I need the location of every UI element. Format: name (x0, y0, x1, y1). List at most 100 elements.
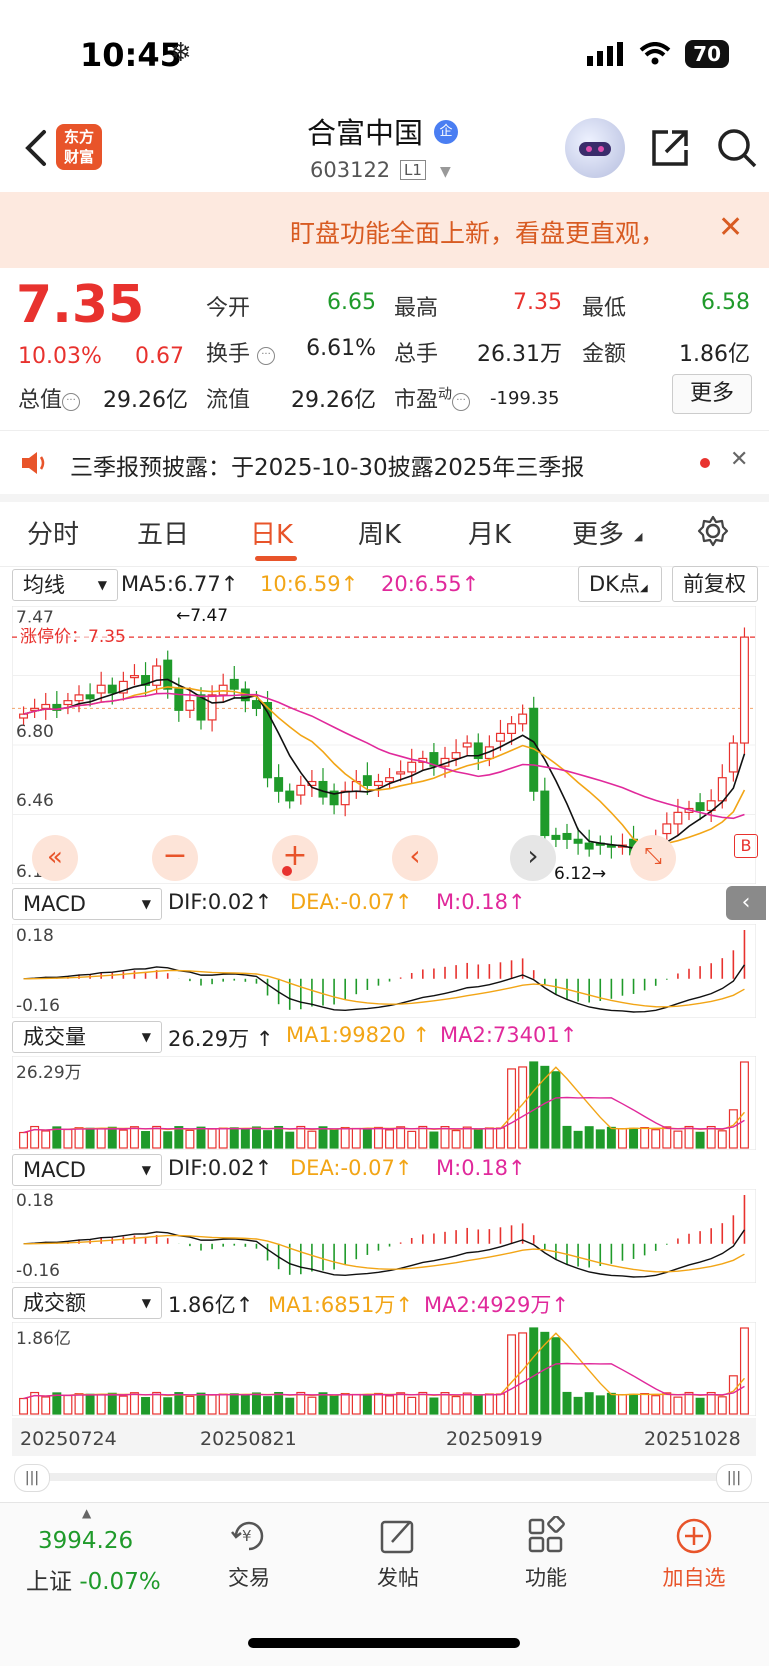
volume-bar (118, 1129, 128, 1149)
macd-chart[interactable] (12, 1189, 756, 1283)
close-icon[interactable]: ✕ (730, 447, 748, 472)
tab-more[interactable]: 更多 (572, 514, 624, 551)
macd-axis-bottom: -0.16 (16, 996, 60, 1016)
volume-chart[interactable] (12, 1056, 756, 1150)
volume-label: 总手 (394, 342, 439, 367)
volume-bar (229, 1127, 239, 1149)
function-label[interactable]: 功能 (501, 1562, 591, 1592)
range-handle-left[interactable]: ||| (14, 1464, 50, 1492)
tab-intraday[interactable]: 分时 (27, 514, 79, 551)
share-icon[interactable] (648, 126, 692, 170)
amount-chart[interactable] (12, 1322, 756, 1416)
volume-bar (340, 1392, 350, 1415)
more-button[interactable]: 更多 (672, 374, 752, 414)
volume-bar (41, 1396, 51, 1415)
adjust-price-button[interactable]: 前复权 (672, 566, 758, 602)
dif-text: DIF:0.02 (168, 1156, 255, 1180)
fullscreen-icon[interactable]: ⤡ (630, 835, 676, 881)
close-icon[interactable]: ✕ (718, 210, 743, 245)
more-dots-icon[interactable]: ··· (62, 393, 81, 411)
robot-assistant-icon[interactable] (565, 118, 625, 178)
zoom-in-icon[interactable]: + (272, 835, 318, 881)
m-text: M:0.18 (436, 1156, 508, 1180)
more-dots-icon[interactable]: ··· (257, 347, 276, 365)
dif-legend: DIF:0.02↑ (168, 1156, 272, 1180)
trade-icon[interactable]: ¥ (228, 1516, 270, 1556)
post-label[interactable]: 发帖 (353, 1562, 443, 1592)
amount-text: 1.86亿 (168, 1293, 236, 1317)
dea-text: DEA:-0.07 (290, 890, 395, 914)
tab-monthly-k[interactable]: 月K (468, 514, 511, 551)
volume-bar (307, 1396, 317, 1415)
amount-select[interactable]: 成交额 ▼ (12, 1287, 162, 1319)
vol-ma2-legend: MA2:73401↑ (440, 1023, 577, 1047)
index-name: 上证 (26, 1569, 72, 1595)
volume-bar (573, 1130, 583, 1149)
low-label: 最低 (582, 296, 627, 321)
tab-weekly-k[interactable]: 周K (358, 514, 401, 551)
macd-select[interactable]: MACD ▼ (12, 1154, 162, 1186)
zoom-out-icon[interactable]: − (152, 835, 198, 881)
macd-chart[interactable] (12, 924, 756, 1018)
volume-bar (185, 1129, 195, 1149)
volume-bar (362, 1394, 372, 1415)
volume-bar (739, 1061, 749, 1149)
rewind-icon[interactable]: « (32, 835, 78, 881)
index-info[interactable]: 上证 -0.07% (26, 1562, 161, 1596)
volume-bar (329, 1129, 339, 1149)
chevron-right-icon[interactable]: › (510, 835, 556, 881)
pe-value: -199.35 (490, 388, 560, 409)
volume-bar (285, 1131, 295, 1149)
add-watchlist-label[interactable]: 加自选 (649, 1562, 739, 1592)
candle-body (662, 823, 672, 835)
chevron-down-icon[interactable]: ▼ (440, 164, 451, 180)
volume-bar (19, 1131, 29, 1149)
volume-bar (240, 1394, 250, 1415)
current-price: 7.35 (16, 275, 145, 335)
date-label: 20251028 (644, 1428, 741, 1450)
volume-select-label: 成交量 (23, 1025, 86, 1049)
indicator-select[interactable]: 均线 ▼ (12, 569, 118, 601)
candle-body (63, 700, 73, 706)
stock-code[interactable]: 603122 (310, 158, 390, 182)
range-handle-right[interactable]: ||| (716, 1464, 752, 1492)
candle-body (152, 665, 162, 686)
gear-icon[interactable] (696, 514, 730, 548)
notice-text[interactable]: 三季报预披露：于2025-10-30披露2025年三季报 (70, 448, 584, 482)
volume-bar (695, 1397, 705, 1415)
volume-bar (274, 1125, 284, 1149)
volume-bar (229, 1393, 239, 1415)
function-grid-icon[interactable] (526, 1516, 566, 1556)
turnover-value: 6.61% (306, 336, 376, 361)
volume-bar (629, 1127, 639, 1149)
index-value[interactable]: 3994.26 (38, 1528, 133, 1554)
caret-icon: ◢ (639, 583, 648, 594)
ma10-legend: 10:6.59↑ (260, 572, 358, 596)
volume-bar (684, 1125, 694, 1149)
buy-marker[interactable]: B (734, 834, 758, 858)
more-dots-icon[interactable]: ··· (452, 393, 471, 411)
volume-bar (340, 1126, 350, 1149)
post-icon[interactable] (378, 1516, 418, 1556)
add-watchlist-icon[interactable] (674, 1516, 714, 1556)
m-text: M:0.18 (436, 890, 508, 914)
volume-bar (373, 1126, 383, 1149)
high-label: 最高 (394, 296, 439, 321)
trade-label[interactable]: 交易 (204, 1562, 294, 1592)
signal-icon (587, 42, 624, 66)
back-button[interactable] (18, 118, 58, 178)
volume-select[interactable]: 成交量 ▼ (12, 1021, 162, 1053)
search-icon[interactable] (715, 126, 759, 170)
macd-select[interactable]: MACD ▼ (12, 888, 162, 920)
expand-up-icon[interactable]: ▲ (82, 1506, 91, 1520)
vol-ma2-text: MA2:73401 (440, 1023, 560, 1047)
caret-down-icon: ▼ (141, 1030, 151, 1044)
macd-select-label: MACD (23, 1158, 86, 1182)
chevron-left-icon[interactable]: ‹ (392, 835, 438, 881)
range-track[interactable] (30, 1473, 736, 1481)
tab-five-day[interactable]: 五日 (137, 514, 189, 551)
tab-daily-k[interactable]: 日K (250, 514, 293, 551)
side-panel-toggle[interactable]: ‹ (726, 886, 766, 920)
volume-bar (74, 1393, 84, 1415)
dk-point-button[interactable]: DK点◢ (578, 566, 662, 602)
